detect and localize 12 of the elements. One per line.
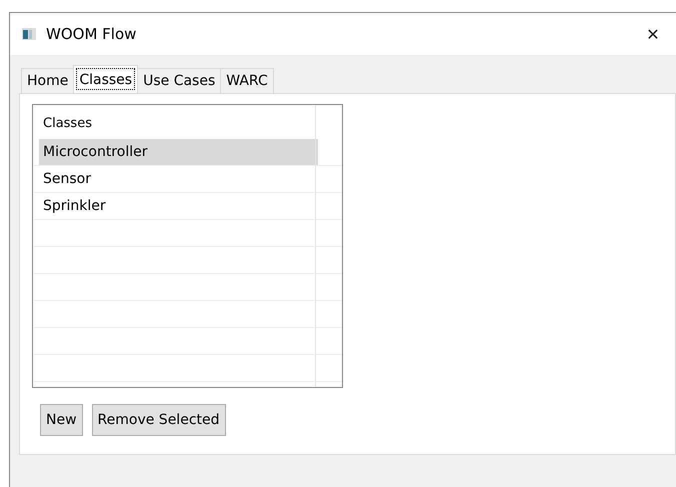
button[interactable]: Remove Selected bbox=[92, 404, 226, 436]
list-item[interactable]: Sprinkler bbox=[39, 193, 318, 219]
tab[interactable]: Classes bbox=[73, 65, 138, 93]
button[interactable]: New bbox=[40, 404, 83, 436]
column-header: Classes bbox=[42, 115, 93, 133]
list-item[interactable]: Microcontroller bbox=[39, 139, 318, 165]
app-icon bbox=[22, 28, 36, 40]
tab[interactable]: WARC bbox=[220, 68, 274, 93]
window-title: WOOM Flow bbox=[46, 25, 138, 43]
list-item[interactable]: Sensor bbox=[39, 166, 318, 192]
tab[interactable]: Home bbox=[21, 68, 74, 93]
close-button[interactable]: ✕ bbox=[630, 24, 676, 44]
